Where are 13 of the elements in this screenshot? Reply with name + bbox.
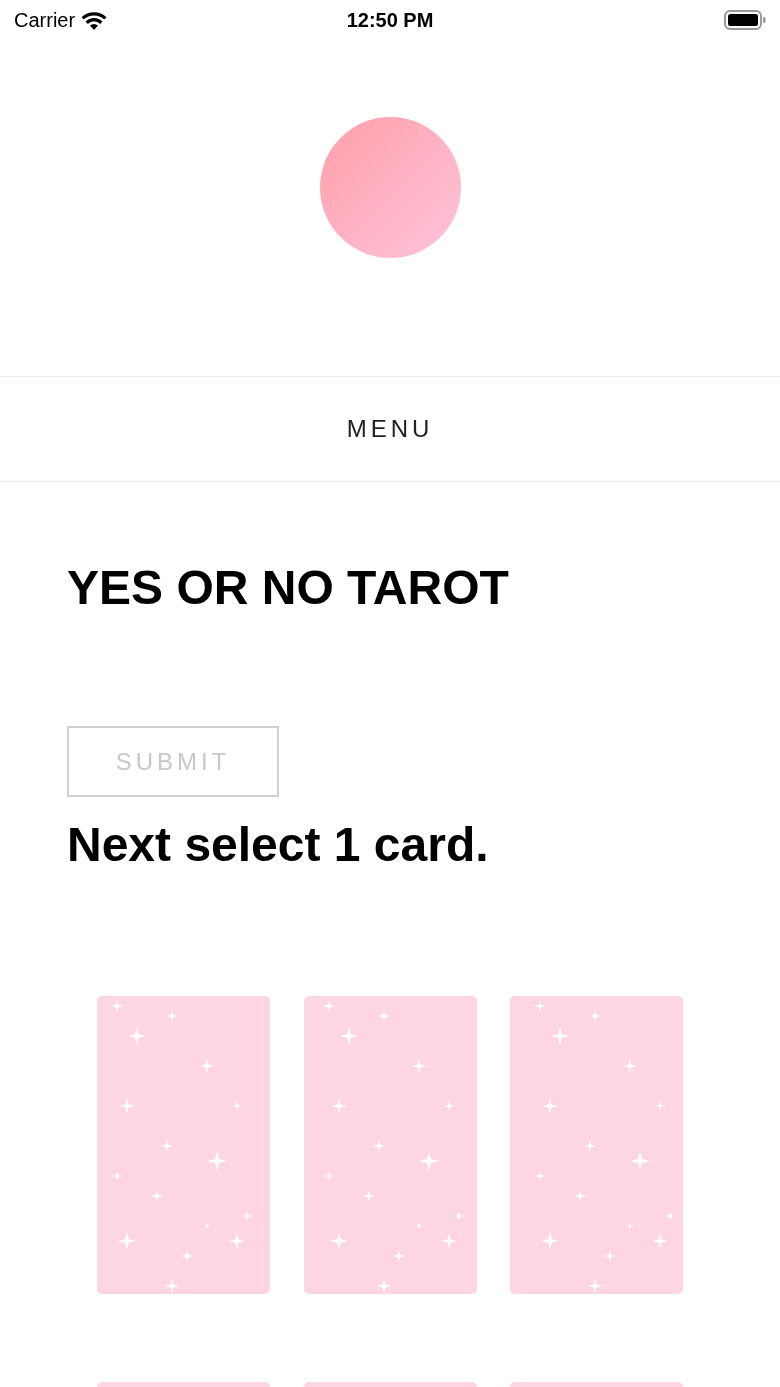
menu-button[interactable]: MENU	[346, 411, 434, 447]
page-title: YES OR NO TAROT	[67, 560, 510, 616]
wifi-icon	[81, 10, 108, 30]
instruction-heading: Next select 1 card.	[67, 817, 490, 873]
card-back[interactable]	[510, 996, 684, 1294]
card-back[interactable]	[510, 1382, 684, 1387]
carrier-label: Carrier	[14, 8, 76, 33]
battery-icon	[724, 10, 766, 30]
card-back[interactable]	[97, 1382, 270, 1387]
card-back[interactable]	[303, 1382, 477, 1387]
clock-time: 12:50 PM	[346, 8, 434, 33]
card-back[interactable]	[97, 996, 270, 1294]
card-back[interactable]	[303, 996, 477, 1294]
